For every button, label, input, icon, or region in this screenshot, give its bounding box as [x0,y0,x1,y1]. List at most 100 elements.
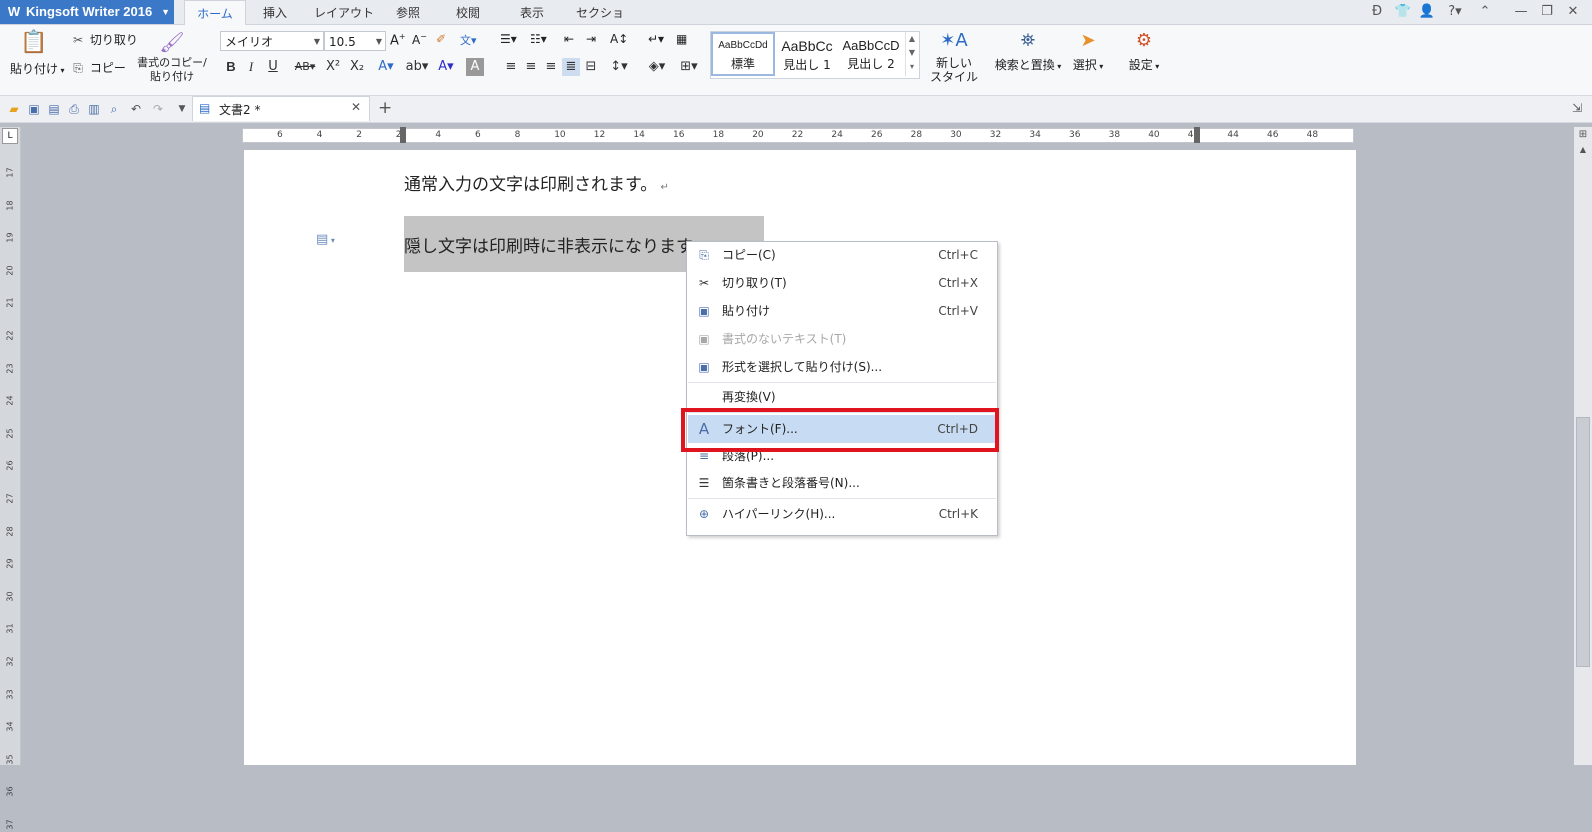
right-indent-marker[interactable] [1194,127,1200,143]
scroll-up-icon[interactable]: ▲ [1576,145,1590,157]
ruler-tick-label: 6 [475,130,481,140]
bullets-icon[interactable]: ☰▾ [500,32,528,46]
redo-icon[interactable]: ↷ [150,101,166,117]
italic-icon[interactable]: I [242,58,260,76]
collapse-ribbon-icon[interactable]: ⌃ [1474,2,1496,22]
style-sample: AaBbCc [781,38,833,54]
tab-review[interactable]: 校閲 [448,0,488,24]
ruler-tick-label: 26 [5,460,15,471]
superscript-icon[interactable]: X² [324,58,342,76]
font-color-icon[interactable]: A▾ [434,58,458,76]
document-tab[interactable]: ▤ 文書2 * ✕ [192,96,370,121]
help-icon[interactable]: ?▾ [1442,2,1468,22]
paste-button[interactable]: 📋 貼り付け ▾ [10,30,65,80]
new-style-button[interactable]: ✶A 新しい スタイル [928,30,980,84]
format-painter-button[interactable]: 🖌 書式のコピー/ 貼り付け [136,30,208,90]
new-tab-icon[interactable]: + [378,98,392,118]
menu-item-label: 形式を選択して貼り付け(S)... [722,360,883,374]
align-left-icon[interactable]: ≡ [502,58,520,76]
strikethrough-icon[interactable]: AB▾ [290,58,320,76]
justify-icon[interactable]: ≣ [562,58,580,76]
style-heading-2[interactable]: AaBbCcD 見出し 2 [839,32,903,76]
print-preview-icon[interactable]: ▥ [86,101,102,117]
text-direction-icon[interactable]: A↕ [610,32,636,46]
subscript-icon[interactable]: X₂ [348,58,366,76]
paragraph-handle-icon[interactable]: ▤ ▾ [316,232,335,247]
ruler-tick-label: 24 [831,130,843,140]
scrollbar-thumb[interactable] [1576,417,1590,667]
menu-item-paste[interactable]: ▣ 貼り付け Ctrl+V [688,298,996,325]
close-icon[interactable]: ✕ [1562,2,1584,22]
tab-view[interactable]: 表示 [512,0,552,24]
restore-icon[interactable]: ❐ [1536,2,1558,22]
tab-insert[interactable]: 挿入 [252,0,298,24]
menu-item-paste-text[interactable]: ▣ 書式のないテキスト(T) [688,326,996,353]
ruler-tick-label: 32 [989,130,1002,140]
undo-icon[interactable]: ↶ [128,101,144,117]
select-button[interactable]: ➤ 選択 ▾ [1068,30,1108,73]
style-heading-1[interactable]: AaBbCc 見出し 1 [775,32,839,76]
numbering-icon[interactable]: ☷▾ [530,32,558,46]
char-shading-icon[interactable]: A [466,58,484,76]
text-effect-icon[interactable]: A▾ [374,58,398,76]
vertical-scrollbar[interactable]: ⊞ ▲ [1574,127,1592,765]
menu-item-paste-special[interactable]: ▣ 形式を選択して貼り付け(S)... [688,354,996,381]
increase-indent-icon[interactable]: ⇥ [586,32,604,46]
open-folder-icon[interactable]: ▰ [6,101,22,117]
text-line-hidden[interactable]: 隠し文字は印刷時に非表示になります。 [404,232,708,257]
tab-section[interactable]: セクション [572,0,628,46]
borders-icon[interactable]: ⊞▾ [676,58,702,76]
cut-button[interactable]: ✂ 切り取り [70,30,138,50]
save-icon[interactable]: ▣ [26,101,42,117]
underline-icon[interactable]: U [264,58,282,76]
line-spacing-icon[interactable]: ↕▾ [606,58,632,76]
align-center-icon[interactable]: ≡ [522,58,540,76]
settings-button[interactable]: ⚙ 設定 ▾ [1124,30,1164,73]
tab-stop-selector[interactable]: L [2,128,18,144]
show-marks-icon[interactable]: ↵▾ [648,32,670,46]
font-name-select[interactable]: メイリオ ▼ [220,31,324,51]
ribbon-toggle-icon[interactable]: ⇲ [1572,101,1582,115]
phonetic-guide-icon[interactable]: 文▾ [460,32,484,48]
menu-item-copy[interactable]: ⎘ コピー(C) Ctrl+C [688,242,996,269]
decrease-indent-icon[interactable]: ⇤ [564,32,582,46]
menu-item-bullets[interactable]: ☰ 箇条書きと段落番号(N)... [688,470,996,497]
find-replace-button[interactable]: ⛯ 検索と置換 ▾ [994,30,1062,73]
distributed-icon[interactable]: ⊟ [582,58,600,76]
close-tab-icon[interactable]: ✕ [351,100,361,114]
menu-item-cut[interactable]: ✂ 切り取り(T) Ctrl+X [688,270,996,297]
tab-home[interactable]: ホーム [184,0,246,26]
spellcheck-icon[interactable]: ⌕ [106,101,122,117]
new-style-icon: ✶A [940,30,968,51]
table-icon[interactable]: ▦ [676,32,694,46]
bold-icon[interactable]: B [222,58,240,76]
text-line-normal[interactable]: 通常入力の文字は印刷されます。 ↵ [404,170,669,195]
tab-references[interactable]: 参照 [388,0,428,24]
left-indent-marker[interactable] [400,127,406,143]
chevron-down-icon: ▼ [375,37,382,46]
skin-icon[interactable]: 👕 [1392,2,1414,22]
document-icon: ▤ [199,101,211,115]
ruler-toggle-icon[interactable]: ⊞ [1576,129,1590,141]
grow-font-icon[interactable]: A+ [390,32,410,48]
export-pdf-icon[interactable]: ▤ [46,101,62,117]
style-normal[interactable]: AaBbCcDd 標準 [711,32,775,76]
minimize-icon[interactable]: — [1510,2,1532,22]
print-icon[interactable]: ⎙ [66,101,82,117]
chevron-down-icon: ▼ [313,37,320,46]
align-right-icon[interactable]: ≡ [542,58,560,76]
highlight-color-icon[interactable]: ab▾ [404,58,430,76]
style-scroll[interactable]: ▲ ▼ ▾ [905,32,918,76]
tab-layout[interactable]: レイアウト [312,0,376,24]
user-icon[interactable]: 👤 [1416,2,1438,22]
clear-format-icon[interactable]: ✐ [436,32,454,46]
copy-button[interactable]: ⎘ コピー [70,58,126,78]
font-size-select[interactable]: 10.5 ▼ [324,31,386,51]
menu-item-reconvert[interactable]: 再変換(V) [688,384,996,411]
menu-item-hyperlink[interactable]: ⊕ ハイパーリンク(H)... Ctrl+K [688,501,996,528]
customize-qab-icon[interactable]: ▼ [174,101,190,117]
app-menu-button[interactable]: W Kingsoft Writer 2016 ▼ [0,0,174,24]
shading-icon[interactable]: ◈▾ [644,58,670,76]
shrink-font-icon[interactable]: A− [412,32,432,47]
account-icon[interactable]: Ð [1366,2,1388,22]
